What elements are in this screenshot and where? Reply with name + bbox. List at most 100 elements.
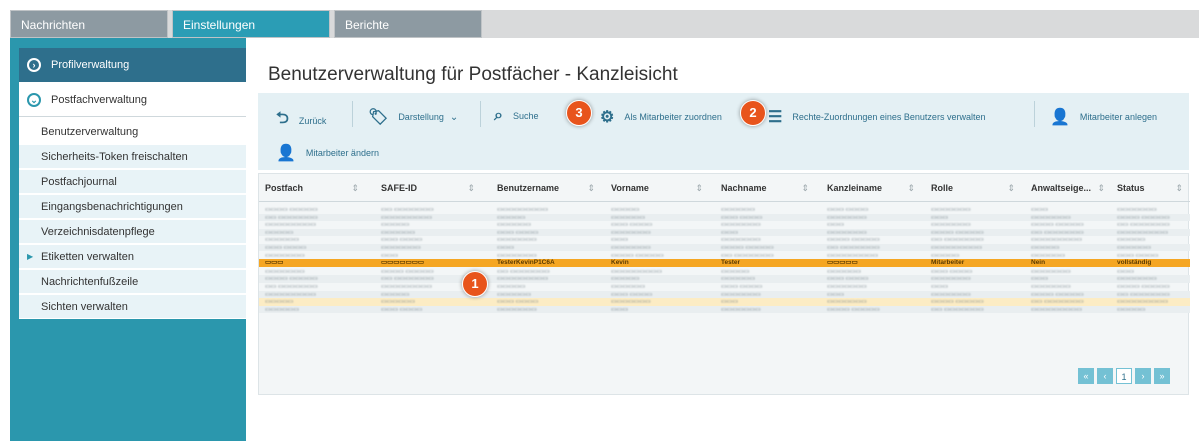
table-cell: ▭▭▭▭▭	[1117, 306, 1146, 313]
toolbar-separator	[480, 101, 481, 127]
table-cell: ▭▭▭	[721, 229, 739, 236]
column-header-kanzleiname[interactable]: Kanzleiname ⇕	[821, 174, 921, 202]
table-cell: ▭▭▭	[827, 222, 845, 229]
table-row[interactable]: ▭▭▭▭▭▭ ▭▭▭ ▭▭▭▭ ▭▭▭▭▭▭▭ ▭▭▭ ▭▭▭▭▭▭▭ ▭▭▭▭ ▭▭▭▭…	[259, 305, 1190, 314]
table-cell: ▭▭▭▭▭▭▭	[721, 237, 761, 244]
table-row[interactable]: ▭▭▭▭▭ ▭▭▭▭▭▭ ▭▭▭ ▭▭▭▭ ▭▭▭▭▭▭▭ ▭▭▭ ▭▭▭▭▭▭▭ ▭▭▭▭…	[259, 228, 1190, 237]
search-button[interactable]: ⌕ Suche	[494, 107, 539, 125]
table-row[interactable]: ▭▭▭▭▭▭▭ ▭▭▭ ▭▭▭▭▭▭▭ ▭▭▭▭ ▭▭▭▭▭ ▭▭ ▭▭▭▭▭▭▭ ▭▭▭…	[259, 252, 1190, 259]
table-row[interactable]: ▭▭▭▭▭▭ ▭▭▭ ▭▭▭▭ ▭▭▭▭▭▭▭ ▭▭▭ ▭▭▭▭▭▭▭ ▭▭▭▭ ▭▭▭▭…	[259, 236, 1190, 243]
sidebar-item-eingangsbenachrichtigungen[interactable]: Eingangsbenachrichtigungen	[19, 195, 246, 219]
search-label: Suche	[512, 111, 539, 121]
table-cell: ▭▭▭▭▭▭▭	[827, 299, 867, 306]
column-header-anwaltseigenschaft[interactable]: Anwaltseige... ⇕	[1025, 174, 1111, 202]
table-cell: ▭▭▭▭▭▭▭	[827, 214, 867, 221]
table-row[interactable]: ▭▭ ▭▭▭▭▭▭▭ ▭▭▭▭▭▭▭▭▭ ▭▭▭▭▭ ▭▭▭▭▭▭ ▭▭▭ ▭▭▭▭ ▭▭…	[259, 213, 1190, 221]
table-cell: ▭▭ ▭▭▭▭▭▭▭	[265, 284, 318, 290]
table-cell: ▭▭▭▭▭	[497, 214, 526, 221]
table-cell: ▭▭▭▭ ▭▭▭▭▭	[1031, 222, 1084, 229]
column-header-vorname[interactable]: Vorname ⇕	[605, 174, 709, 202]
user-table: Postfach ⇕ SAFE-ID ⇕ Benutzername ⇕ Vorname…	[258, 173, 1190, 395]
sidebar-item-verzeichnisdatenpflege[interactable]: Verzeichnisdatenpflege	[19, 220, 246, 244]
column-header-rolle[interactable]: Rolle ⇕	[925, 174, 1021, 202]
table-cell: ▭▭▭▭▭	[611, 207, 640, 213]
sidebar: › Profilverwaltung ⌄ Postfachverwaltung …	[19, 48, 246, 319]
table-cell: ▭▭▭▭▭▭▭	[611, 229, 651, 236]
tab-einstellungen[interactable]: Einstellungen	[172, 10, 330, 38]
tab-nachrichten[interactable]: Nachrichten	[10, 10, 168, 38]
column-header-safe-id[interactable]: SAFE-ID ⇕	[375, 174, 481, 202]
table-cell: ▭▭▭▭ ▭▭▭▭▭	[1117, 284, 1170, 290]
add-user-icon: 👤	[1050, 109, 1070, 126]
sidebar-item-sicherheits-token[interactable]: Sicherheits-Token freischalten	[19, 145, 246, 169]
sidebar-item-postfachjournal[interactable]: Postfachjournal	[19, 170, 246, 194]
sidebar-item-sichten[interactable]: Sichten verwalten	[19, 295, 246, 319]
table-row[interactable]: ▭▭▭▭▭▭▭ ▭▭▭▭ ▭▭▭▭▭ ▭▭ ▭▭▭▭▭▭▭ ▭▭▭▭▭▭▭▭▭ ▭▭▭▭…	[259, 268, 1190, 275]
table-cell: ▭▭▭▭▭▭	[1117, 245, 1152, 251]
table-cell: ▭▭▭▭▭▭▭	[497, 252, 537, 259]
column-header-status[interactable]: Status ⇕	[1111, 174, 1189, 202]
table-cell: ▭▭▭▭▭▭▭	[1117, 207, 1157, 213]
sort-icon: ⇕	[1097, 183, 1105, 193]
sidebar-item-nachrichtenfusszeile[interactable]: Nachrichtenfußzeile	[19, 270, 246, 294]
sidebar-section-postfachverwaltung[interactable]: ⌄ Postfachverwaltung	[19, 83, 246, 117]
table-cell: ▭▭▭ ▭▭▭▭	[497, 229, 539, 236]
table-row[interactable]: ▭▭▭ ▭▭▭▭ ▭▭▭▭▭▭▭ ▭▭▭ ▭▭▭▭▭▭▭ ▭▭▭▭ ▭▭▭▭▭ ▭▭ ▭▭…	[259, 244, 1190, 252]
table-cell: ▭▭▭▭▭▭▭	[827, 229, 867, 236]
sidebar-item-etiketten[interactable]: ▶ Etiketten verwalten	[19, 245, 246, 269]
column-header-postfach[interactable]: Postfach ⇕	[259, 174, 365, 202]
table-row[interactable]: ▭▭ ▭▭▭▭▭▭▭ ▭▭▭▭▭▭▭▭▭ ▭▭▭▭▭ ▭▭▭▭▭▭ ▭▭▭ ▭▭▭▭ ▭▭…	[259, 283, 1190, 290]
display-dropdown[interactable]: 🏷 Darstellung ⌄	[368, 107, 458, 127]
table-cell: ▭▭▭▭▭▭▭	[931, 276, 971, 283]
table-cell: ▭▭▭▭▭▭▭▭▭	[1031, 237, 1083, 244]
table-cell: ▭▭▭▭▭▭	[611, 214, 646, 221]
prev-page-button[interactable]: ‹	[1097, 368, 1113, 384]
edit-employee-button[interactable]: 👤 Mitarbeiter ändern	[276, 143, 379, 163]
assign-employee-button[interactable]: ⚙ Als Mitarbeiter zuordnen	[600, 107, 722, 127]
table-row[interactable]: ▭▭▭▭ ▭▭▭▭▭ ▭▭ ▭▭▭▭▭▭▭ ▭▭▭▭▭▭▭▭▭ ▭▭▭▭▭ ▭▭▭▭▭▭…	[259, 206, 1190, 213]
manage-rights-button[interactable]: ☰ Rechte-Zuordnungen eines Benutzers ver…	[768, 107, 985, 127]
last-page-button[interactable]: »	[1154, 368, 1170, 384]
table-row[interactable]: ▭▭▭▭▭ ▭▭▭▭▭▭ ▭▭▭ ▭▭▭▭ ▭▭▭▭▭▭▭ ▭▭▭ ▭▭▭▭▭▭▭ ▭▭▭▭…	[259, 298, 1190, 306]
first-page-button[interactable]: «	[1078, 368, 1094, 384]
table-cell: ▭▭▭▭▭▭▭	[721, 222, 761, 229]
annotation-badge-2: 2	[740, 100, 766, 126]
sidebar-section-label: Profilverwaltung	[51, 59, 130, 71]
table-cell: ▭▭▭ ▭▭▭▭	[381, 237, 423, 244]
create-employee-button[interactable]: 👤 Mitarbeiter anlegen	[1050, 107, 1157, 127]
pagination: « ‹ 1 › »	[1078, 368, 1170, 384]
current-page[interactable]: 1	[1116, 368, 1132, 384]
sort-icon: ⇕	[801, 183, 809, 193]
table-cell: ▭▭▭▭▭▭▭	[381, 259, 424, 267]
table-cell: ▭▭▭ ▭▭▭▭	[721, 284, 763, 290]
tab-berichte[interactable]: Berichte	[334, 10, 482, 38]
table-row[interactable]: ▭▭▭▭ ▭▭▭▭▭ ▭▭ ▭▭▭▭▭▭▭ ▭▭▭▭▭▭▭▭▭ ▭▭▭▭▭ ▭▭▭▭▭▭…	[259, 275, 1190, 283]
arrow-left-circle-icon: ⮌	[276, 110, 289, 127]
table-cell: ▭▭▭▭▭▭▭▭▭	[931, 245, 983, 251]
column-header-nachname[interactable]: Nachname ⇕	[715, 174, 815, 202]
toolbar: ⮌ Zurück 🏷 Darstellung ⌄ ⌕ Suche ⚙ Als M…	[258, 93, 1189, 170]
table-row[interactable]: ▭▭▭▭▭▭▭▭▭ ▭▭▭▭▭ ▭▭▭▭▭▭ ▭▭▭ ▭▭▭▭ ▭▭▭▭▭▭▭ ▭▭▭ ▭▭…	[259, 221, 1190, 228]
sidebar-item-benutzerverwaltung[interactable]: Benutzerverwaltung	[19, 120, 246, 144]
table-row-selected[interactable]: ▭▭▭ ▭▭▭▭▭▭▭ TesterKevinP1C6A Kevin Tester ▭▭▭…	[259, 259, 1190, 268]
table-cell: ▭▭▭▭▭▭▭▭▭	[827, 252, 879, 259]
table-cell: ▭▭▭ ▭▭▭▭	[381, 306, 423, 313]
table-cell: ▭▭▭▭ ▭▭▭▭▭	[721, 245, 774, 251]
table-cell: vollständig	[1117, 259, 1152, 267]
table-cell: ▭▭▭	[827, 291, 845, 298]
table-cell: ▭▭▭▭▭▭▭▭▭	[1117, 299, 1169, 306]
table-cell: ▭▭▭ ▭▭▭▭	[1117, 252, 1159, 259]
table-cell: ▭▭▭▭▭▭▭	[497, 306, 537, 313]
sidebar-section-profilverwaltung[interactable]: › Profilverwaltung	[19, 48, 246, 82]
back-button[interactable]: ⮌ Zurück	[276, 107, 326, 134]
table-cell: ▭▭▭▭▭▭▭	[931, 207, 971, 213]
chevron-down-icon: ⌄	[449, 111, 459, 123]
table-cell: ▭▭▭	[931, 284, 949, 290]
page-title: Benutzerverwaltung für Postfächer - Kanz…	[268, 64, 678, 85]
column-header-benutzername[interactable]: Benutzername ⇕	[491, 174, 601, 202]
user-icon: 👤	[276, 145, 296, 162]
table-cell: ▭▭▭▭ ▭▭▭▭▭	[265, 207, 318, 213]
table-row[interactable]: ▭▭▭▭▭▭▭▭▭ ▭▭▭▭▭ ▭▭▭▭▭▭ ▭▭▭ ▭▭▭▭ ▭▭▭▭▭▭▭ ▭▭▭ ▭▭…	[259, 290, 1190, 298]
table-cell: ▭▭ ▭▭▭▭▭▭▭	[1117, 291, 1170, 298]
next-page-button[interactable]: ›	[1135, 368, 1151, 384]
